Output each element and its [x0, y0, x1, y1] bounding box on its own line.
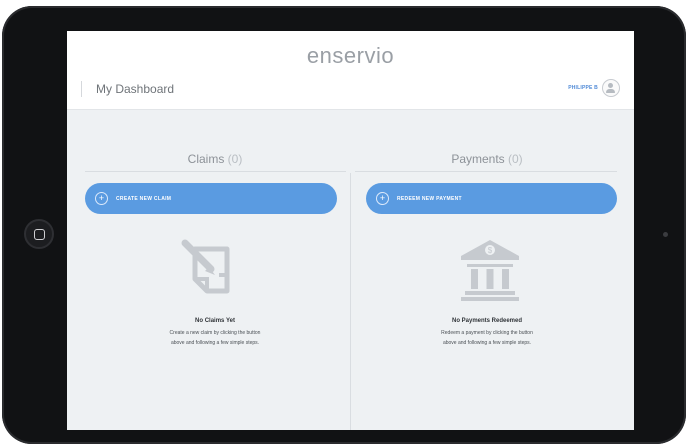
- plus-circle-icon: +: [95, 192, 108, 205]
- payments-empty-title: No Payments Redeemed: [451, 318, 523, 324]
- payments-heading: Payments (0): [357, 152, 617, 166]
- payments-title: Payments: [451, 152, 505, 166]
- redeem-new-payment-button[interactable]: + REDEEM NEW PAYMENT: [366, 183, 617, 214]
- user-menu[interactable]: PHILIPPE B: [568, 79, 620, 97]
- document-pen-icon: [181, 239, 230, 294]
- column-divider: [350, 173, 351, 430]
- claims-divider: [85, 171, 346, 172]
- claims-count: (0): [227, 152, 243, 166]
- claims-title: Claims: [187, 152, 225, 166]
- payments-empty-description: Redeem a payment by clicking the button …: [357, 328, 617, 348]
- claims-heading: Claims (0): [85, 152, 345, 166]
- create-new-claim-button[interactable]: + CREATE NEW CLAIM: [85, 183, 337, 214]
- user-name[interactable]: PHILIPPE B: [568, 85, 598, 91]
- avatar-icon[interactable]: [602, 79, 620, 97]
- home-button[interactable]: [24, 219, 54, 249]
- app-screen: enservio My Dashboard PHILIPPE B Claims …: [67, 31, 634, 430]
- claims-desc-line-2: above and following a few simple steps.: [170, 340, 260, 346]
- payments-count: (0): [508, 152, 523, 166]
- page-title: My Dashboard: [81, 81, 174, 97]
- create-claim-label: CREATE NEW CLAIM: [116, 195, 172, 202]
- payments-desc-line-1: Redeem a payment by clicking the button: [441, 330, 533, 336]
- plus-circle-icon: +: [376, 192, 389, 205]
- app-logo: enservio: [306, 43, 395, 68]
- claims-empty-title: No Claims Yet: [195, 318, 235, 324]
- payments-divider: [355, 171, 617, 172]
- claims-empty-description: Create a new claim by clicking the butto…: [85, 328, 345, 348]
- svg-text:$: $: [488, 246, 493, 255]
- claims-desc-line-1: Create a new claim by clicking the butto…: [169, 330, 261, 336]
- payments-desc-line-2: above and following a few simple steps.: [442, 340, 532, 346]
- camera-icon: [663, 232, 668, 237]
- app-header: enservio My Dashboard PHILIPPE B: [67, 31, 634, 110]
- bank-icon: $: [461, 240, 519, 301]
- redeem-payment-label: REDEEM NEW PAYMENT: [397, 195, 462, 202]
